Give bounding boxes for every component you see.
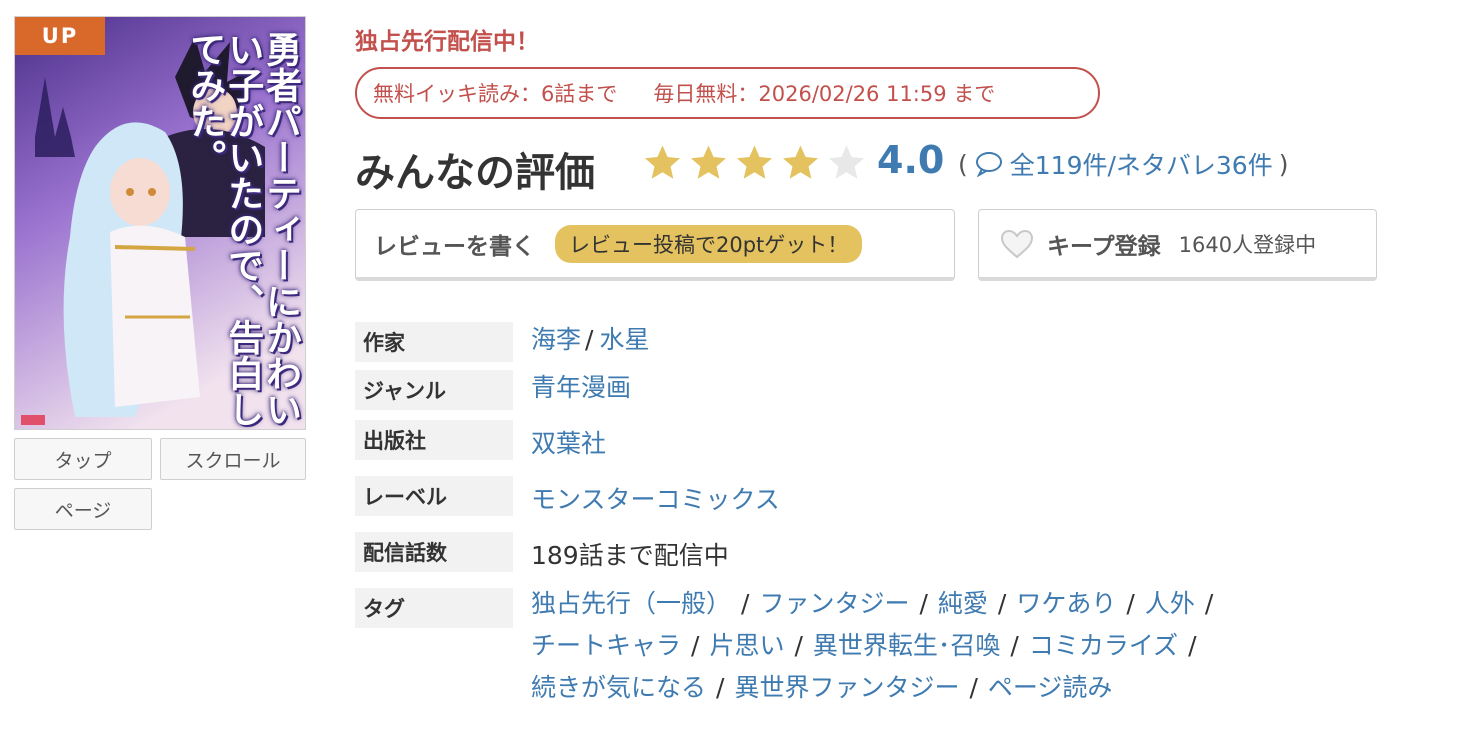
tag-separator: / — [1126, 589, 1135, 618]
info-label-episodes: 配信話数 — [355, 532, 513, 572]
tag-link[interactable]: 異世界ファンタジー — [734, 673, 959, 702]
tag-link[interactable]: ワケあり — [1016, 589, 1116, 618]
star-icon — [829, 145, 864, 179]
info-row-imprint: レーベル モンスターコミックス — [355, 476, 1355, 516]
author-link[interactable]: 海李 — [531, 325, 581, 354]
star-icon — [737, 145, 772, 179]
tag-link[interactable]: コミカライズ — [1029, 631, 1178, 660]
tag-link[interactable]: 異世界転生･召喚 — [813, 631, 1001, 660]
episodes-value: 189話まで配信中 — [531, 541, 729, 570]
info-label-imprint: レーベル — [355, 476, 513, 516]
tag-separator: / — [1204, 589, 1214, 618]
info-label-tags: タグ — [355, 588, 513, 628]
rating-label: みんなの評価 — [355, 150, 595, 196]
author-separator: / — [585, 325, 594, 354]
tag-link[interactable]: 人外 — [1145, 589, 1195, 618]
cover-title-art: 勇者パーティーにかわいい子がいたので、告白してみた。 — [184, 31, 301, 427]
info-label-publisher: 出版社 — [355, 420, 513, 460]
publisher-link[interactable]: 双葉社 — [531, 424, 606, 460]
star-icon — [645, 145, 680, 179]
rating-score: 4.0 — [877, 138, 945, 182]
genre-link[interactable]: 青年漫画 — [531, 368, 631, 404]
tag-separator: / — [969, 673, 978, 702]
daily-free-text: 毎日無料：2026/02/26 11:59 まで — [653, 82, 996, 106]
imprint-link[interactable]: モンスターコミックス — [531, 480, 780, 516]
view-mode-scroll-button[interactable]: スクロール — [160, 438, 306, 480]
free-ikki-text: 無料イッキ読み：6話まで — [373, 82, 618, 106]
keep-count: 1640人登録中 — [1178, 232, 1317, 257]
tag-link[interactable]: チートキャラ — [531, 631, 681, 660]
view-mode-page-button[interactable]: ページ — [14, 488, 152, 530]
tag-separator: / — [1010, 631, 1019, 660]
paren-close: ) — [1278, 149, 1289, 179]
info-row-author: 作家 海李 / 水星 — [355, 322, 1355, 362]
tag-separator: / — [919, 589, 928, 618]
view-mode-tap-button[interactable]: タップ — [14, 438, 152, 480]
free-reading-info: 無料イッキ読み：6話まで 毎日無料：2026/02/26 11:59 まで — [355, 67, 1100, 119]
up-badge: UP — [15, 17, 105, 55]
tag-link[interactable]: ファンタジー — [759, 589, 909, 618]
tag-separator: / — [794, 631, 803, 660]
tag-separator: / — [716, 673, 725, 702]
rating-stars — [640, 142, 869, 184]
paren-open: ( — [958, 149, 968, 179]
star-icon — [691, 145, 726, 179]
info-label-genre: ジャンル — [355, 370, 513, 410]
info-row-publisher: 出版社 双葉社 — [355, 420, 1355, 460]
keep-button[interactable]: キープ登録 1640人登録中 — [978, 209, 1377, 281]
heart-icon — [1000, 229, 1034, 258]
exclusive-notice: 独占先行配信中！ — [355, 29, 539, 55]
write-review-label: レビューを書く — [374, 233, 535, 260]
tag-line: チートキャラ / 片思い / 異世界転生･召喚 / コミカライズ / — [531, 626, 1207, 662]
review-point-badge: レビュー投稿で20ptゲット！ — [555, 224, 863, 263]
author-link[interactable]: 水星 — [599, 325, 649, 354]
info-row-episodes: 配信話数 189話まで配信中 — [355, 532, 1355, 572]
tag-link[interactable]: ページ読み — [988, 673, 1113, 702]
tag-separator: / — [741, 589, 750, 618]
review-count-text: 全119件/ネタバレ36件 — [1009, 151, 1273, 180]
tag-separator: / — [1188, 631, 1197, 660]
review-count-link[interactable]: ( 全119件/ネタバレ36件 ) — [958, 146, 1288, 182]
tag-separator: / — [997, 589, 1007, 618]
tag-separator: / — [691, 631, 700, 660]
cover-image[interactable]: UP 勇者パーティーにかわいい子がいたので、告白してみた。 — [14, 16, 306, 430]
tag-line: 続きが気になる / 異世界ファンタジー / ページ読み — [531, 668, 1112, 704]
tag-link[interactable]: 独占先行（一般） — [531, 589, 731, 618]
tag-line: 独占先行（一般） / ファンタジー / 純愛 / ワケあり / 人外 / — [531, 584, 1223, 620]
tag-link[interactable]: 純愛 — [938, 589, 988, 618]
info-row-genre: ジャンル 青年漫画 — [355, 370, 1355, 410]
tag-link[interactable]: 続きが気になる — [531, 673, 706, 702]
tag-link[interactable]: 片思い — [709, 631, 784, 660]
info-label-author: 作家 — [355, 322, 513, 362]
write-review-button[interactable]: レビューを書く レビュー投稿で20ptゲット！ — [355, 209, 955, 281]
keep-label: キープ登録 — [1047, 233, 1161, 260]
star-icon — [783, 145, 818, 179]
comment-bubble-icon — [975, 152, 1002, 177]
info-row-tags: タグ 独占先行（一般） / ファンタジー / 純愛 / ワケあり / 人外 / チートキャラ / 片思… — [355, 588, 1355, 708]
